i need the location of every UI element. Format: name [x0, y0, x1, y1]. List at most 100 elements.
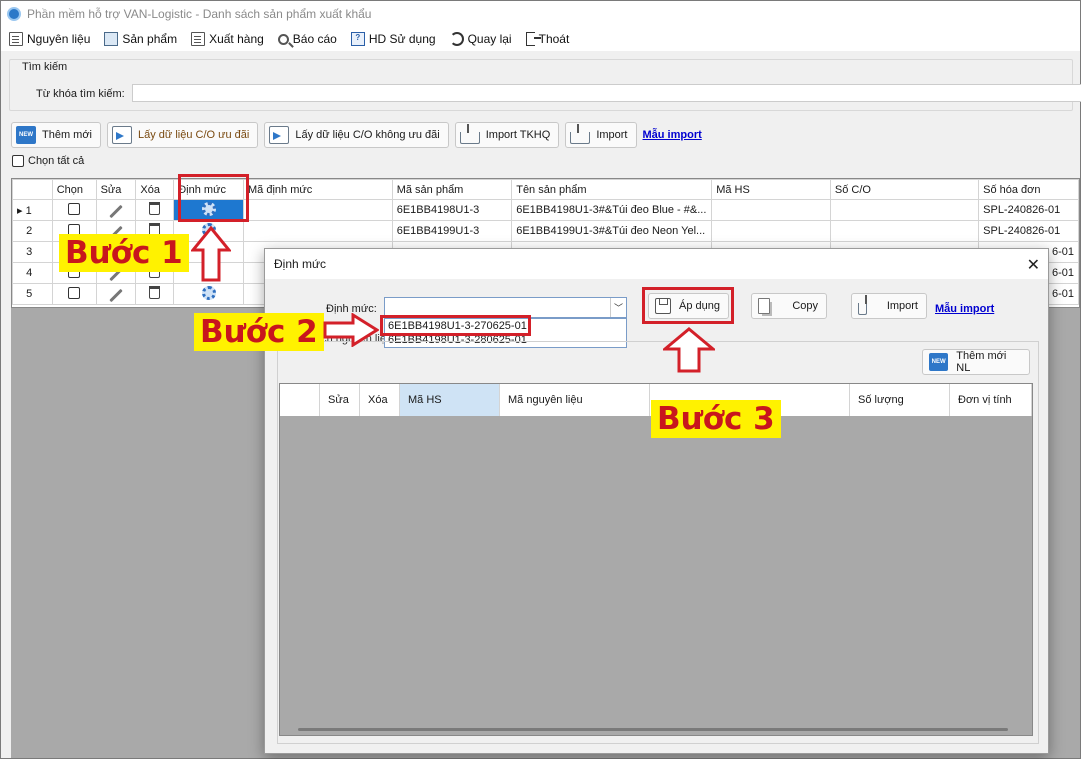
row-checkbox[interactable]	[68, 286, 81, 299]
col-xoa[interactable]: Xóa	[360, 384, 400, 416]
menu-item-xuat-hang[interactable]: Xuất hàng	[191, 32, 264, 46]
table-row[interactable]: ▸ 1 6E1BB4198U1-3 6E1BB4198U1-3#&Túi đeo…	[12, 199, 1079, 221]
row-number-text: 5	[26, 288, 33, 300]
button-label: Thêm mới	[42, 129, 92, 141]
col-so-hoa-don[interactable]: Số hóa đơn	[978, 179, 1079, 200]
menu-item-quay-lai[interactable]: Quay lại	[449, 32, 512, 46]
col-chon[interactable]: Chọn	[51, 179, 97, 200]
col-sua[interactable]: Sửa	[320, 384, 360, 416]
select-cell	[51, 199, 97, 221]
ma-hs-cell	[711, 220, 831, 242]
title-bar: Phần mềm hỗ trợ VAN-Logistic - Danh sách…	[1, 1, 1080, 27]
menu-bar: Nguyên liệu Sản phẩm Xuất hàng Báo cáo ?…	[1, 27, 1080, 51]
col-ma-hs[interactable]: Mã HS	[711, 179, 831, 200]
col-ten-san-pham[interactable]: Tên sản phẩm	[511, 179, 713, 200]
delete-cell	[135, 199, 175, 221]
add-material-button[interactable]: NEW Thêm mới NL	[922, 349, 1030, 375]
image-icon	[104, 32, 119, 46]
import-button[interactable]: Import	[565, 122, 637, 148]
import-icon	[459, 124, 480, 144]
step2-label: Bước 2	[194, 313, 324, 351]
pencil-icon[interactable]	[109, 288, 123, 303]
button-label: Copy	[792, 300, 818, 312]
chevron-down-icon[interactable]: ﹀	[610, 298, 626, 317]
gear-icon[interactable]	[201, 285, 216, 300]
menu-item-san-pham[interactable]: Sản phẩm	[104, 32, 177, 46]
get-co-preferential-button[interactable]: Lấy dữ liệu C/O ưu đãi	[107, 122, 259, 148]
pencil-icon[interactable]	[109, 204, 123, 219]
keyword-label: Từ khóa tìm kiếm:	[36, 88, 125, 100]
col-so-luong[interactable]: Số lượng	[850, 384, 950, 416]
close-icon[interactable]: ✕	[1027, 255, 1040, 275]
col-ma-nguyen-lieu[interactable]: Mã nguyên liệu	[500, 384, 650, 416]
col-so-co[interactable]: Số C/O	[829, 179, 980, 200]
horizontal-scrollbar[interactable]	[298, 728, 1008, 731]
ma-san-pham-cell: 6E1BB4198U1-3	[391, 199, 513, 221]
step1-label: Bước 1	[59, 234, 189, 272]
search-icon	[277, 33, 289, 45]
step2-highlight-box	[380, 315, 531, 336]
button-label: Import	[886, 300, 918, 312]
row-header	[12, 179, 53, 200]
step1-up-arrow	[191, 226, 231, 282]
copy-button[interactable]: Copy	[751, 293, 827, 319]
select-all-checkbox[interactable]	[12, 155, 24, 167]
ma-hs-cell	[711, 199, 831, 221]
keyword-input[interactable]	[132, 84, 1081, 102]
dialog-title-bar: Định mức ✕	[265, 249, 1048, 279]
button-label: Thêm mới NL	[956, 350, 1007, 374]
edit-cell	[95, 199, 137, 221]
row-number: 3	[12, 241, 53, 263]
app-window: Phần mềm hỗ trợ VAN-Logistic - Danh sách…	[0, 0, 1081, 759]
menu-label: Thoát	[538, 32, 570, 46]
trash-icon[interactable]	[149, 286, 161, 299]
ma-san-pham-cell: 6E1BB4199U1-3	[391, 220, 513, 242]
table-header-row: Chọn Sửa Xóa Định mức Mã định mức Mã sản…	[12, 179, 1079, 200]
row-checkbox[interactable]	[68, 202, 81, 215]
add-new-button[interactable]: NEW Thêm mới	[11, 122, 101, 148]
select-all[interactable]: Chọn tất cả	[12, 155, 84, 167]
window-title: Phần mềm hỗ trợ VAN-Logistic - Danh sách…	[27, 7, 372, 21]
menu-item-nguyen-lieu[interactable]: Nguyên liệu	[9, 32, 90, 46]
so-co-cell	[829, 220, 980, 242]
menu-label: Xuất hàng	[209, 32, 264, 46]
new-icon: NEW	[929, 353, 949, 371]
get-co-nonpreferential-button[interactable]: Lấy dữ liệu C/O không ưu đãi	[264, 122, 449, 148]
ten-san-pham-cell: 6E1BB4199U1-3#&Túi đeo Neon Yel...	[511, 220, 713, 242]
delete-cell	[135, 283, 175, 305]
col-ma-san-pham[interactable]: Mã sản phẩm	[391, 179, 513, 200]
import-tkhq-button[interactable]: Import TKHQ	[454, 122, 560, 148]
button-label: Import TKHQ	[485, 129, 551, 141]
document-icon	[191, 32, 206, 46]
menu-item-bao-cao[interactable]: Báo cáo	[277, 32, 337, 46]
import-template-link[interactable]: Mẫu import	[643, 129, 702, 141]
col-sua[interactable]: Sửa	[95, 179, 137, 200]
col-ma-dinh-muc[interactable]: Mã định mức	[243, 179, 393, 200]
trash-icon[interactable]	[149, 202, 161, 215]
toolbar: NEW Thêm mới Lấy dữ liệu C/O ưu đãi Lấy d…	[11, 121, 702, 149]
ma-dinh-muc-cell	[243, 199, 393, 221]
copy-icon	[758, 298, 771, 314]
dialog-import-template-link[interactable]: Mẫu import	[935, 303, 994, 315]
edit-cell	[95, 283, 137, 305]
ten-san-pham-cell: 6E1BB4198U1-3#&Túi đeo Blue - #&...	[511, 199, 713, 221]
menu-item-hd-su-dung[interactable]: ? HD Sử dụng	[350, 32, 436, 46]
app-logo-icon	[7, 7, 21, 21]
dialog-import-button[interactable]: Import	[851, 293, 927, 319]
col-don-vi-tinh[interactable]: Đơn vị tính	[950, 384, 1032, 416]
col-xoa[interactable]: Xóa	[135, 179, 175, 200]
menu-label: Nguyên liệu	[27, 32, 91, 46]
menu-item-thoat[interactable]: Thoát	[525, 32, 570, 46]
search-group-label: Tìm kiếm	[20, 61, 70, 73]
row-number: 4	[12, 262, 53, 284]
so-co-cell	[829, 199, 980, 221]
button-label: Import	[596, 129, 628, 141]
dinh-muc-cell	[173, 283, 244, 305]
step1-highlight-box	[178, 174, 249, 222]
refresh-icon	[449, 32, 464, 46]
col-ma-hs[interactable]: Mã HS	[400, 384, 500, 416]
menu-label: Báo cáo	[292, 32, 337, 46]
document-icon	[9, 32, 23, 46]
row-number: ▸ 1	[12, 199, 53, 221]
new-icon: NEW	[16, 126, 36, 144]
